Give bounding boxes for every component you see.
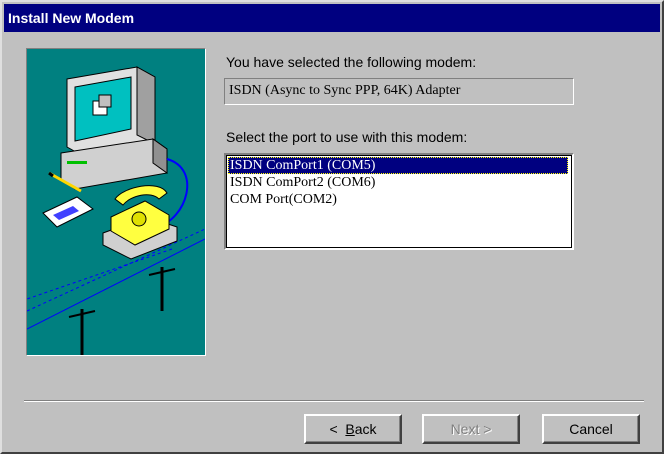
port-option-com5[interactable]: ISDN ComPort1 (COM5) xyxy=(228,157,568,174)
computer-phone-modem-icon xyxy=(26,66,206,355)
button-separator xyxy=(24,400,644,402)
back-label-rest: ack xyxy=(354,421,377,437)
next-button[interactable]: Next > xyxy=(422,414,520,444)
port-option-com2[interactable]: COM Port(COM2) xyxy=(228,191,568,208)
install-new-modem-dialog: Install New Modem You have selected the … xyxy=(0,0,664,454)
back-arrow-icon: < xyxy=(329,421,338,437)
back-button[interactable]: < Back xyxy=(304,414,402,444)
port-listbox[interactable]: ISDN ComPort1 (COM5) ISDN ComPort2 (COM6… xyxy=(224,153,574,250)
selected-modem-label: You have selected the following modem: xyxy=(226,54,477,70)
computer-modem-illustration xyxy=(26,48,206,356)
selected-modem-name: ISDN (Async to Sync PPP, 64K) Adapter xyxy=(224,78,574,105)
port-option-com6[interactable]: ISDN ComPort2 (COM6) xyxy=(228,174,568,191)
back-mnemonic: B xyxy=(345,421,355,437)
port-select-label: Select the port to use with this modem: xyxy=(226,129,468,145)
cancel-button[interactable]: Cancel xyxy=(542,414,640,444)
window-title: Install New Modem xyxy=(4,4,660,32)
